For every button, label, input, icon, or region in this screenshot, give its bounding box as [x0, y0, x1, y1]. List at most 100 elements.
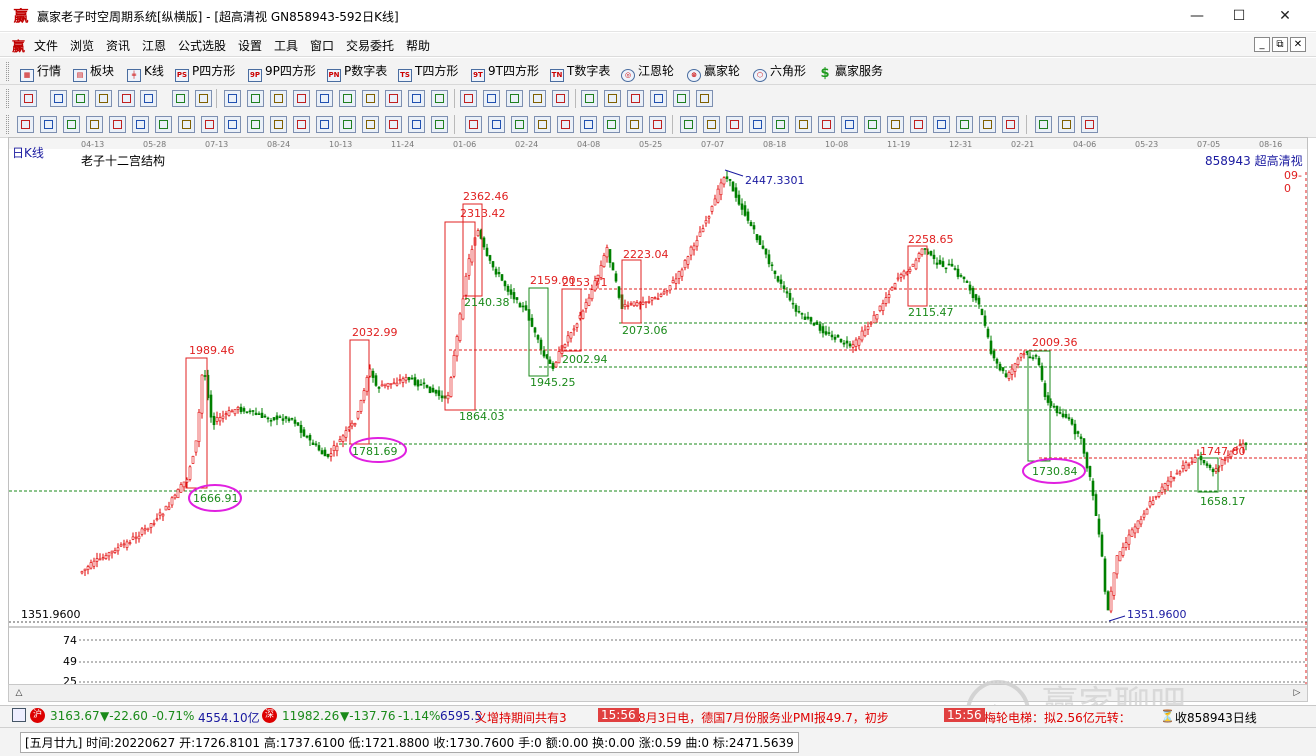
draw-tool-34-button[interactable] — [772, 116, 789, 133]
chart-tool-5-button[interactable] — [140, 90, 157, 107]
scroll-up-icon[interactable]: △ — [11, 686, 27, 700]
chart-tool-17-button[interactable] — [408, 90, 425, 107]
menu-tools[interactable]: 工具 — [274, 37, 298, 54]
draw-tool-33-button[interactable] — [749, 116, 766, 133]
toolbar-grip-3[interactable] — [6, 115, 9, 134]
chart-tool-18-button[interactable] — [431, 90, 448, 107]
close-button[interactable]: ✕ — [1262, 0, 1308, 32]
chart-tool-13-button[interactable] — [316, 90, 333, 107]
menu-formula-select[interactable]: 公式选股 — [178, 37, 226, 54]
menu-browse[interactable]: 浏览 — [70, 37, 94, 54]
hexagon-button[interactable]: ⬡ 六角形 — [753, 63, 806, 82]
draw-tool-36-button[interactable] — [818, 116, 835, 133]
draw-tool-28-button[interactable] — [649, 116, 666, 133]
kline-chart[interactable]: 04-13 05-28 07-13 08-24 10-13 11-24 01-06 02-24… — [8, 137, 1308, 700]
chart-tool-3-button[interactable] — [95, 90, 112, 107]
draw-tool-17-button[interactable] — [408, 116, 425, 133]
draw-tool-43-button[interactable] — [979, 116, 996, 133]
draw-tool-24-button[interactable] — [557, 116, 574, 133]
chart-scrollbar[interactable]: △ ▷ — [8, 684, 1308, 702]
draw-tool-41-button[interactable] — [933, 116, 950, 133]
menu-news[interactable]: 资讯 — [106, 37, 130, 54]
mdi-close-button[interactable]: ✕ — [1290, 37, 1306, 52]
winner-service-button[interactable]: $ 赢家服务 — [818, 63, 883, 80]
draw-tool-22-button[interactable] — [511, 116, 528, 133]
chart-tool-15-button[interactable] — [362, 90, 379, 107]
mdi-restore-button[interactable]: ⧉ — [1272, 37, 1288, 52]
menu-settings[interactable]: 设置 — [238, 37, 262, 54]
menu-trade[interactable]: 交易委托 — [346, 37, 394, 54]
draw-tool-39-button[interactable] — [887, 116, 904, 133]
chart-tool-23-button[interactable] — [529, 90, 546, 107]
draw-tool-0-button[interactable] — [17, 116, 34, 133]
chart-tool-21-button[interactable] — [483, 90, 500, 107]
sectors-button[interactable]: ▤ 板块 — [73, 63, 114, 82]
p-square-button[interactable]: PS P四方形 — [175, 63, 235, 82]
draw-tool-32-button[interactable] — [726, 116, 743, 133]
draw-tool-47-button[interactable] — [1058, 116, 1075, 133]
chart-tool-20-button[interactable] — [460, 90, 477, 107]
draw-tool-18-button[interactable] — [431, 116, 448, 133]
draw-tool-42-button[interactable] — [956, 116, 973, 133]
chart-tool-10-button[interactable] — [247, 90, 264, 107]
draw-tool-15-button[interactable] — [362, 116, 379, 133]
draw-tool-26-button[interactable] — [603, 116, 620, 133]
chart-tool-27-button[interactable] — [604, 90, 621, 107]
draw-tool-10-button[interactable] — [247, 116, 264, 133]
news-ticker-2[interactable]: 8月3日电，德国7月份服务业PMI报49.7，初步 — [638, 709, 889, 726]
chart-tool-29-button[interactable] — [650, 90, 667, 107]
calc-icon[interactable] — [12, 708, 26, 722]
chart-tool-16-button[interactable] — [385, 90, 402, 107]
draw-tool-6-button[interactable] — [155, 116, 172, 133]
draw-tool-40-button[interactable] — [910, 116, 927, 133]
chart-tool-7-button[interactable] — [195, 90, 212, 107]
menu-window[interactable]: 窗口 — [310, 37, 334, 54]
t-square-button[interactable]: TS T四方形 — [398, 63, 458, 82]
draw-tool-27-button[interactable] — [626, 116, 643, 133]
draw-tool-1-button[interactable] — [40, 116, 57, 133]
menu-file[interactable]: 文件 — [34, 37, 58, 54]
draw-tool-46-button[interactable] — [1035, 116, 1052, 133]
mdi-minimize-button[interactable]: _ — [1254, 37, 1270, 52]
chart-tool-0-button[interactable] — [20, 90, 37, 107]
chart-tool-26-button[interactable] — [581, 90, 598, 107]
draw-tool-8-button[interactable] — [201, 116, 218, 133]
draw-tool-4-button[interactable] — [109, 116, 126, 133]
chart-tool-4-button[interactable] — [118, 90, 135, 107]
chart-tool-30-button[interactable] — [673, 90, 690, 107]
news-ticker-3[interactable]: 梅轮电梯：拟2.56亿元转： — [984, 709, 1131, 726]
draw-tool-12-button[interactable] — [293, 116, 310, 133]
chart-tool-31-button[interactable] — [696, 90, 713, 107]
draw-tool-35-button[interactable] — [795, 116, 812, 133]
9t-square-button[interactable]: 9T 9T四方形 — [471, 63, 539, 82]
draw-tool-11-button[interactable] — [270, 116, 287, 133]
chart-tool-2-button[interactable] — [72, 90, 89, 107]
menu-gann[interactable]: 江恩 — [142, 37, 166, 54]
winner-wheel-button[interactable]: ⊚ 赢家轮 — [687, 63, 740, 82]
news-ticker-1[interactable]: 义增持期间共有3 — [475, 709, 567, 726]
chart-tool-1-button[interactable] — [50, 90, 67, 107]
chart-tool-6-button[interactable] — [172, 90, 189, 107]
draw-tool-2-button[interactable] — [63, 116, 80, 133]
draw-tool-30-button[interactable] — [680, 116, 697, 133]
draw-tool-13-button[interactable] — [316, 116, 333, 133]
draw-tool-21-button[interactable] — [488, 116, 505, 133]
chart-tool-11-button[interactable] — [270, 90, 287, 107]
draw-tool-48-button[interactable] — [1081, 116, 1098, 133]
scroll-right-icon[interactable]: ▷ — [1289, 686, 1305, 700]
quotes-button[interactable]: ▦ 行情 — [20, 63, 61, 82]
chart-tool-9-button[interactable] — [224, 90, 241, 107]
draw-tool-5-button[interactable] — [132, 116, 149, 133]
toolbar-grip-2[interactable] — [6, 89, 9, 108]
period-label[interactable]: 日K线 — [12, 144, 44, 161]
draw-tool-25-button[interactable] — [580, 116, 597, 133]
draw-tool-9-button[interactable] — [224, 116, 241, 133]
draw-tool-31-button[interactable] — [703, 116, 720, 133]
chart-tool-14-button[interactable] — [339, 90, 356, 107]
maximize-button[interactable]: ☐ — [1216, 0, 1262, 32]
draw-tool-14-button[interactable] — [339, 116, 356, 133]
gann-wheel-button[interactable]: ◎ 江恩轮 — [621, 63, 674, 82]
chart-tool-12-button[interactable] — [293, 90, 310, 107]
toolbar-grip[interactable] — [6, 62, 9, 81]
kline-button[interactable]: ╪ K线 — [127, 63, 164, 82]
